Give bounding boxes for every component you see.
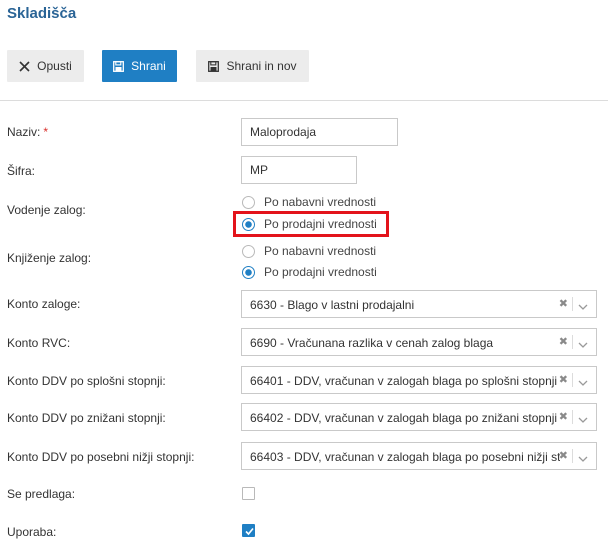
konto-ddv-posebni-label: Konto DDV po posebni nižji stopnji: — [7, 450, 195, 464]
select-separator — [572, 297, 573, 311]
toolbar: Opusti Shrani Shrani in nov — [0, 31, 608, 101]
required-mark: * — [43, 125, 49, 139]
clear-x-icon[interactable]: ✖ — [559, 449, 568, 462]
konto-ddv-posebni-value: 66403 - DDV, vračunan v zalogah blaga po… — [250, 450, 560, 464]
konto-zaloge-value: 6630 - Blago v lastni prodajalni — [250, 298, 415, 312]
sifra-input[interactable]: MP — [241, 156, 357, 184]
checkmark-icon — [245, 527, 254, 536]
close-icon — [19, 60, 30, 72]
page-title: Skladišča — [7, 5, 77, 22]
konto-ddv-znizani-select[interactable]: 66402 - DDV, vračunan v zalogah blaga po… — [241, 403, 597, 431]
naziv-input[interactable]: Maloprodaja — [241, 118, 398, 146]
knjizenje-option-prodajna[interactable]: Po prodajni vrednosti — [242, 263, 377, 281]
konto-zaloge-label: Konto zaloge: — [7, 297, 81, 311]
cancel-button-label: Opusti — [37, 59, 72, 73]
clear-x-icon[interactable]: ✖ — [559, 373, 568, 386]
save-button[interactable]: Shrani — [102, 50, 177, 82]
chevron-down-icon[interactable] — [578, 338, 588, 352]
clear-x-icon[interactable]: ✖ — [559, 297, 568, 310]
konto-rvc-select[interactable]: 6690 - Vračunana razlika v cenah zalog b… — [241, 328, 597, 356]
floppy-disk-icon — [113, 60, 125, 72]
cancel-button[interactable]: Opusti — [7, 50, 84, 82]
page-header: Skladišča — [0, 0, 608, 31]
radio-button-selected[interactable] — [242, 265, 255, 279]
vodenje-option-nabavna[interactable]: Po nabavni vrednosti — [242, 193, 376, 211]
radio-button[interactable] — [242, 244, 255, 258]
save-and-new-button-label: Shrani in nov — [226, 59, 297, 73]
chevron-down-icon[interactable] — [578, 300, 588, 314]
select-separator — [572, 410, 573, 424]
se-predlaga-label: Se predlaga: — [7, 487, 76, 501]
se-predlaga-checkbox[interactable] — [242, 487, 255, 500]
knjizenje-option-nabavna[interactable]: Po nabavni vrednosti — [242, 242, 376, 260]
chevron-down-icon[interactable] — [578, 413, 588, 427]
clear-x-icon[interactable]: ✖ — [559, 410, 568, 423]
select-separator — [572, 373, 573, 387]
floppy-disk-icon — [208, 60, 220, 72]
vodenje-zalog-label: Vodenje zalog: — [7, 203, 86, 217]
uporaba-checkbox[interactable] — [242, 524, 255, 537]
konto-ddv-posebni-select[interactable]: 66403 - DDV, vračunan v zalogah blaga po… — [241, 442, 597, 470]
chevron-down-icon[interactable] — [578, 376, 588, 390]
konto-ddv-splosni-label: Konto DDV po splošni stopnji: — [7, 374, 166, 388]
radio-button[interactable] — [242, 195, 255, 209]
konto-ddv-znizani-value: 66402 - DDV, vračunan v zalogah blaga po… — [250, 411, 558, 425]
uporaba-label: Uporaba: — [7, 525, 57, 539]
select-separator — [572, 449, 573, 463]
konto-zaloge-select[interactable]: 6630 - Blago v lastni prodajalni ✖ — [241, 290, 597, 318]
select-separator — [572, 335, 573, 349]
konto-rvc-value: 6690 - Vračunana razlika v cenah zalog b… — [250, 336, 494, 350]
save-and-new-button[interactable]: Shrani in nov — [196, 50, 309, 82]
chevron-down-icon[interactable] — [578, 452, 588, 466]
clear-x-icon[interactable]: ✖ — [559, 335, 568, 348]
save-button-label: Shrani — [131, 59, 166, 73]
konto-rvc-label: Konto RVC: — [7, 336, 71, 350]
konto-ddv-splosni-value: 66401 - DDV, vračunan v zalogah blaga po… — [250, 374, 558, 388]
sifra-label: Šifra: — [7, 164, 36, 178]
highlight-box — [233, 211, 389, 237]
naziv-label: Naziv: * — [7, 125, 49, 139]
konto-ddv-splosni-select[interactable]: 66401 - DDV, vračunan v zalogah blaga po… — [241, 366, 597, 394]
konto-ddv-znizani-label: Konto DDV po znižani stopnji: — [7, 411, 166, 425]
knjizenje-zalog-label: Knjiženje zalog: — [7, 251, 92, 265]
